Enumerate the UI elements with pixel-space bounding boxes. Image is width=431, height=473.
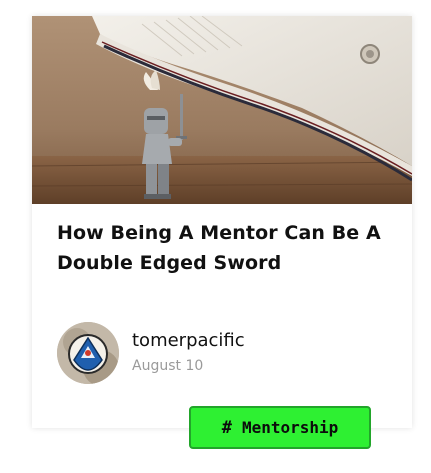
tag-label: Mentorship [241,418,339,437]
cover-illustration [32,16,412,204]
author-avatar-icon [57,322,119,384]
author-block[interactable]: tomerpacific August 10 [57,322,245,384]
avatar[interactable] [57,322,119,384]
post-cover-image[interactable] [32,16,412,204]
hashtag-icon: # [221,417,232,438]
post-title[interactable]: How Being A Mentor Can Be A Double Edged… [57,218,387,278]
post-card[interactable]: How Being A Mentor Can Be A Double Edged… [32,16,412,428]
post-date: August 10 [132,358,204,374]
tag-mentorship-button[interactable]: # Mentorship [189,406,371,449]
author-name[interactable]: tomerpacific [132,330,245,352]
